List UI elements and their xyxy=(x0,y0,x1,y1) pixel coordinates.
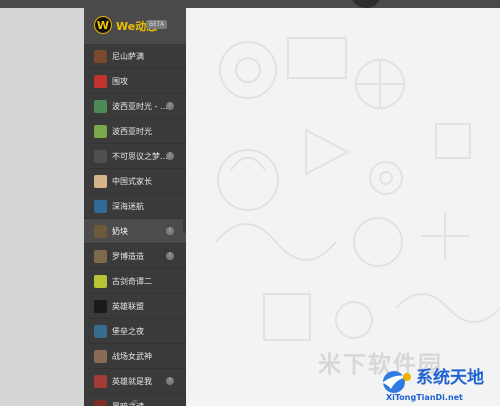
sidebar-item-label: 英雄就是我 xyxy=(112,377,152,386)
sidebar-item-label: 波西亚时光 xyxy=(112,127,152,136)
sidebar-item-label: 奶块 xyxy=(112,227,128,236)
we-logo-icon: W xyxy=(94,16,112,34)
sidebar-item[interactable]: 围攻 xyxy=(84,69,186,94)
notification-badge: ! xyxy=(166,227,174,235)
sidebar-item[interactable]: 英雄联盟 xyxy=(84,294,186,319)
sidebar-item[interactable]: 深海迷航 xyxy=(84,194,186,219)
hero-icon xyxy=(94,375,107,388)
sidebar-item[interactable]: 古剑奇谭二 xyxy=(84,269,186,294)
portia-icon xyxy=(94,100,107,113)
sidebar-item-label: 黑暗之魂 xyxy=(112,400,170,406)
notification-badge: ! xyxy=(166,252,174,260)
sidebar-item-label: 堡垒之夜 xyxy=(112,327,144,336)
brand-header: W We动态 BETA xyxy=(84,0,186,44)
sidebar-item[interactable]: 英雄就是我! xyxy=(84,369,186,394)
sidebar-item[interactable]: 不可思议之梦...! xyxy=(84,144,186,169)
sidebar-item[interactable]: 中国式家长 xyxy=(84,169,186,194)
sidebar-item-label: 英雄联盟 xyxy=(112,302,144,311)
sidebar-item[interactable]: 奶块! xyxy=(84,219,186,244)
besiege-icon xyxy=(94,75,107,88)
top-bar xyxy=(0,0,500,8)
valkyria-icon xyxy=(94,350,107,363)
dark-icon xyxy=(94,400,107,406)
subnautica-icon xyxy=(94,200,107,213)
dream-icon xyxy=(94,150,107,163)
sidebar-item[interactable]: 波西亚时光 - ...! xyxy=(84,94,186,119)
chinese-parents-icon xyxy=(94,175,107,188)
desktop-background xyxy=(0,8,84,406)
scroll-indicator-icon[interactable]: ≡ xyxy=(130,398,140,406)
milk-block-icon xyxy=(94,225,107,238)
sidebar-item-label: 不可思议之梦... xyxy=(112,152,168,161)
sidebar-item-label: 罗博造造 xyxy=(112,252,144,261)
nishan-shaman-icon xyxy=(94,50,107,63)
portia-icon-2 xyxy=(94,125,107,138)
sidebar-item[interactable]: 战场女武神 xyxy=(84,344,186,369)
sidebar-item-label: 尼山萨满 xyxy=(112,52,144,61)
gujian-icon xyxy=(94,275,107,288)
sidebar-item-label: 波西亚时光 - ... xyxy=(112,102,168,111)
notification-badge: ! xyxy=(166,152,174,160)
sidebar-item[interactable]: 尼山萨满 xyxy=(84,44,186,69)
sidebar-item-label: 中国式家长 xyxy=(112,177,152,186)
site-logo-title: 系统天地 xyxy=(416,368,484,388)
main-content xyxy=(186,8,500,406)
sidebar-item[interactable]: 波西亚时光 xyxy=(84,119,186,144)
sidebar-item-label: 战场女武神 xyxy=(112,352,152,361)
fortnite-icon xyxy=(94,325,107,338)
site-logo-url: XiTongTianDi.net xyxy=(386,393,463,402)
game-list: 尼山萨满围攻波西亚时光 - ...! 波西亚时光不可思议之梦...! 中国式家长深海… xyxy=(84,44,186,406)
sidebar-item[interactable]: 罗博造造! xyxy=(84,244,186,269)
notification-badge: ! xyxy=(166,377,174,385)
lol-icon xyxy=(94,300,107,313)
sidebar: W We动态 BETA 尼山萨满围攻波西亚时光 - ...! 波西亚时光不可思议之… xyxy=(84,0,186,406)
sidebar-item-label: 深海迷航 xyxy=(112,202,144,211)
sidebar-item[interactable]: 堡垒之夜 xyxy=(84,319,186,344)
background-doodles xyxy=(215,37,500,341)
sidebar-item-label: 围攻 xyxy=(112,77,128,86)
robocraft-icon xyxy=(94,250,107,263)
notification-badge: ! xyxy=(166,102,174,110)
sidebar-item-label: 古剑奇谭二 xyxy=(112,277,152,286)
top-bar-notch xyxy=(350,0,382,8)
beta-badge: BETA xyxy=(146,20,168,29)
